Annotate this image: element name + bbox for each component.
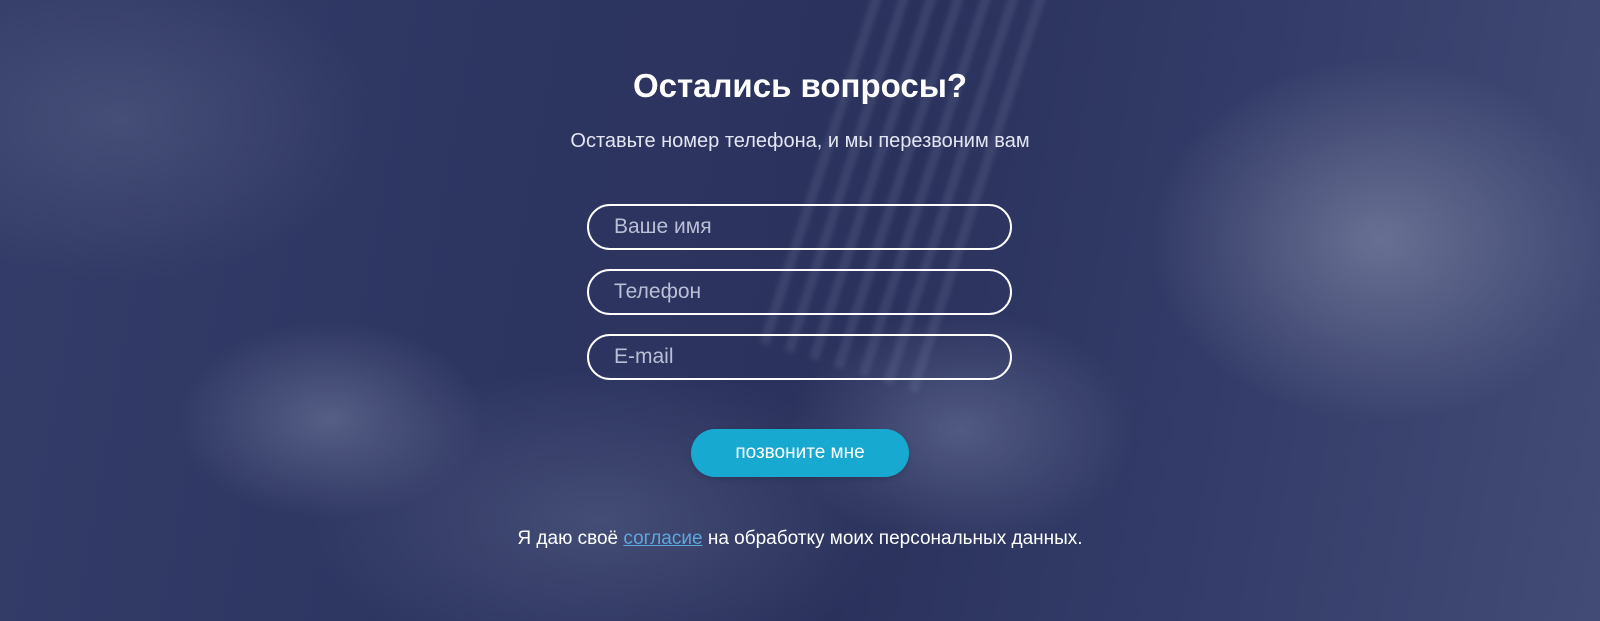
consent-text-before: Я даю своё <box>517 528 624 549</box>
consent-text-after: на обработку моих персональных данных. <box>702 528 1083 549</box>
email-input[interactable] <box>587 334 1012 380</box>
section-subtitle: Оставьте номер телефона, и мы перезвоним… <box>570 130 1030 152</box>
consent-link[interactable]: согласие <box>623 528 702 549</box>
consent-text: Я даю своё согласие на обработку моих пе… <box>0 527 1600 551</box>
name-input[interactable] <box>587 204 1012 250</box>
section-title: Остались вопросы? <box>632 67 968 104</box>
phone-input[interactable] <box>587 269 1012 315</box>
form-container: Остались вопросы? Оставьте номер телефон… <box>0 0 1600 621</box>
call-me-button[interactable]: позвоните мне <box>691 429 909 477</box>
callback-section: Остались вопросы? Оставьте номер телефон… <box>0 0 1600 621</box>
